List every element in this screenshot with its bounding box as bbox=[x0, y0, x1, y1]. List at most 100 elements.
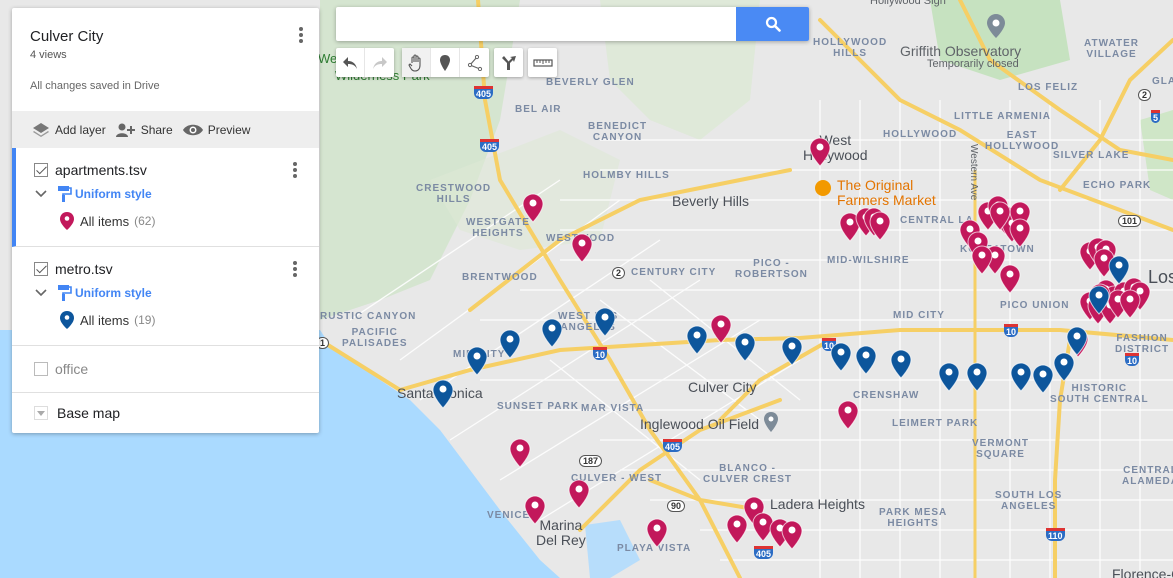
layer-items-row[interactable]: All items (19) bbox=[34, 305, 319, 335]
layer-options-menu-button[interactable] bbox=[285, 259, 305, 279]
layer-header: apartments.tsv bbox=[34, 158, 319, 182]
metro-marker[interactable] bbox=[1053, 352, 1075, 382]
add-layer-button[interactable]: Add layer bbox=[32, 122, 106, 137]
place-icon[interactable] bbox=[764, 412, 778, 432]
metro-marker[interactable] bbox=[541, 318, 563, 348]
layer-office[interactable]: office bbox=[12, 346, 319, 393]
apartment-marker[interactable] bbox=[781, 520, 803, 550]
apartment-marker[interactable] bbox=[999, 264, 1021, 294]
apartment-marker[interactable] bbox=[524, 495, 546, 525]
metro-marker[interactable] bbox=[499, 329, 521, 359]
base-map-row[interactable]: Base map bbox=[34, 401, 319, 425]
metro-marker[interactable] bbox=[855, 345, 877, 375]
metro-marker[interactable] bbox=[1010, 362, 1032, 392]
layer-visibility-checkbox[interactable] bbox=[34, 163, 48, 177]
layer-items-count: (19) bbox=[134, 313, 156, 327]
base-map-expand-icon[interactable] bbox=[34, 406, 48, 420]
base-map-section[interactable]: Base map bbox=[12, 393, 319, 433]
metro-marker[interactable] bbox=[466, 346, 488, 376]
map-label-ladera-heights: Ladera Heights bbox=[770, 496, 865, 512]
chevron-down-icon[interactable] bbox=[34, 288, 48, 298]
layer-metro[interactable]: metro.tsv Uniform style All items (19) bbox=[12, 247, 319, 346]
highway-shield-405: 405 bbox=[480, 139, 500, 152]
metro-marker[interactable] bbox=[830, 342, 852, 372]
highway-shield-110: 110 bbox=[1046, 528, 1065, 541]
map-label-crestwood-hills: CRESTWOOD HILLS bbox=[416, 183, 492, 205]
map-label-hollywood-hills: HOLLYWOOD HILLS bbox=[813, 37, 888, 59]
layer-visibility-checkbox[interactable] bbox=[34, 262, 48, 276]
layer-name[interactable]: metro.tsv bbox=[55, 261, 113, 277]
map-options-menu-button[interactable] bbox=[291, 25, 311, 45]
apartment-marker[interactable] bbox=[837, 400, 859, 430]
layer-style-link[interactable]: Uniform style bbox=[75, 286, 152, 300]
map-label-griffith-status: Temporarily closed bbox=[927, 58, 1019, 70]
map-title[interactable]: Culver City bbox=[30, 28, 301, 45]
apartment-marker[interactable] bbox=[971, 245, 993, 275]
map-label-benedict-canyon: BENEDICT CANYON bbox=[588, 121, 648, 143]
metro-marker[interactable] bbox=[1088, 285, 1110, 315]
add-directions-button[interactable] bbox=[494, 48, 523, 77]
drawing-toolbar bbox=[402, 48, 489, 77]
layer-name[interactable]: apartments.tsv bbox=[55, 162, 147, 178]
apartment-marker[interactable] bbox=[1009, 218, 1031, 248]
directions-icon bbox=[501, 55, 516, 70]
share-button[interactable]: Share bbox=[115, 123, 173, 137]
metro-marker[interactable] bbox=[1032, 364, 1054, 394]
apartment-marker[interactable] bbox=[710, 314, 732, 344]
map-label-little-armenia: LITTLE ARMENIA bbox=[954, 111, 1051, 122]
map-label-westgate-heights: WESTGATE HEIGHTS bbox=[466, 217, 530, 239]
search-input[interactable] bbox=[336, 7, 736, 41]
map-label-leimert-park: LEIMERT PARK bbox=[892, 418, 979, 429]
apartment-marker[interactable] bbox=[522, 193, 544, 223]
select-pan-button[interactable] bbox=[402, 48, 431, 77]
measure-button[interactable] bbox=[528, 48, 557, 77]
map-label-south-los-angeles: SOUTH LOS ANGELES bbox=[995, 490, 1063, 512]
map-label-hollywood-sign: Hollywood Sign bbox=[870, 0, 946, 7]
metro-marker[interactable] bbox=[432, 379, 454, 409]
hand-icon bbox=[408, 53, 421, 72]
metro-marker[interactable] bbox=[734, 332, 756, 362]
map-label-culver-city: Culver City bbox=[688, 379, 757, 395]
map-label-crenshaw: CRENSHAW bbox=[853, 390, 920, 401]
layer-visibility-checkbox[interactable] bbox=[34, 362, 48, 376]
layer-options-menu-button[interactable] bbox=[285, 160, 305, 180]
chevron-down-icon[interactable] bbox=[34, 189, 48, 199]
preview-label: Preview bbox=[207, 122, 251, 137]
metro-marker[interactable] bbox=[966, 362, 988, 392]
metro-marker[interactable] bbox=[594, 307, 616, 337]
map-label-beverly-glen: BEVERLY GLEN bbox=[546, 77, 635, 88]
layer-header: metro.tsv bbox=[34, 257, 319, 281]
preview-button[interactable]: Preview bbox=[182, 122, 251, 137]
apartment-marker[interactable] bbox=[1119, 289, 1141, 319]
highway-shield-2: 2 bbox=[612, 267, 626, 279]
map-label-los-angeles: Los Angeles bbox=[1148, 267, 1173, 287]
apartment-marker[interactable] bbox=[571, 233, 593, 263]
apartment-marker[interactable] bbox=[809, 137, 831, 167]
metro-marker[interactable] bbox=[781, 336, 803, 366]
draw-line-button[interactable] bbox=[460, 48, 489, 77]
metro-marker[interactable] bbox=[686, 325, 708, 355]
metro-marker[interactable] bbox=[1066, 326, 1088, 356]
map-label-century-city: CENTURY CITY bbox=[631, 267, 717, 278]
layer-style-link[interactable]: Uniform style bbox=[75, 187, 152, 201]
apartment-marker[interactable] bbox=[509, 438, 531, 468]
apartment-marker[interactable] bbox=[568, 479, 590, 509]
restaurant-icon[interactable] bbox=[815, 180, 831, 196]
highway-shield-90: 90 bbox=[667, 500, 686, 512]
layer-apartments[interactable]: apartments.tsv Uniform style All items (… bbox=[12, 148, 319, 247]
layer-name[interactable]: office bbox=[55, 361, 88, 377]
apartment-marker[interactable] bbox=[646, 518, 668, 548]
save-status: All changes saved in Drive bbox=[30, 80, 160, 92]
apartment-marker[interactable] bbox=[989, 201, 1011, 231]
add-marker-button[interactable] bbox=[431, 48, 460, 77]
camera-place-icon[interactable] bbox=[987, 14, 1005, 38]
undo-button[interactable] bbox=[336, 48, 365, 77]
search-button[interactable] bbox=[736, 7, 809, 41]
layer-items-row[interactable]: All items (62) bbox=[34, 206, 319, 236]
apartment-marker[interactable] bbox=[869, 211, 891, 241]
metro-marker[interactable] bbox=[938, 362, 960, 392]
metro-marker[interactable] bbox=[890, 349, 912, 379]
redo-button[interactable] bbox=[365, 48, 394, 77]
map-label-los-feliz: LOS FELIZ bbox=[1018, 82, 1079, 93]
metro-marker[interactable] bbox=[1108, 255, 1130, 285]
